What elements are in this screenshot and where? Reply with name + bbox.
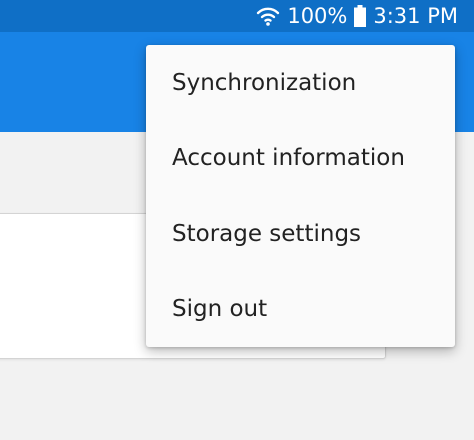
status-bar: 100% 3:31 PM (0, 0, 474, 32)
overflow-menu: Synchronization Account information Stor… (146, 45, 455, 347)
menu-item-storage-settings[interactable]: Storage settings (146, 196, 455, 272)
battery-percentage: 100% (287, 4, 348, 28)
battery-icon (353, 4, 367, 28)
status-icons: 100% 3:31 PM (255, 0, 458, 32)
clock: 3:31 PM (373, 4, 458, 28)
wifi-icon (255, 4, 281, 28)
menu-item-sign-out[interactable]: Sign out (146, 272, 455, 348)
menu-item-account-information[interactable]: Account information (146, 121, 455, 197)
menu-item-synchronization[interactable]: Synchronization (146, 45, 455, 121)
